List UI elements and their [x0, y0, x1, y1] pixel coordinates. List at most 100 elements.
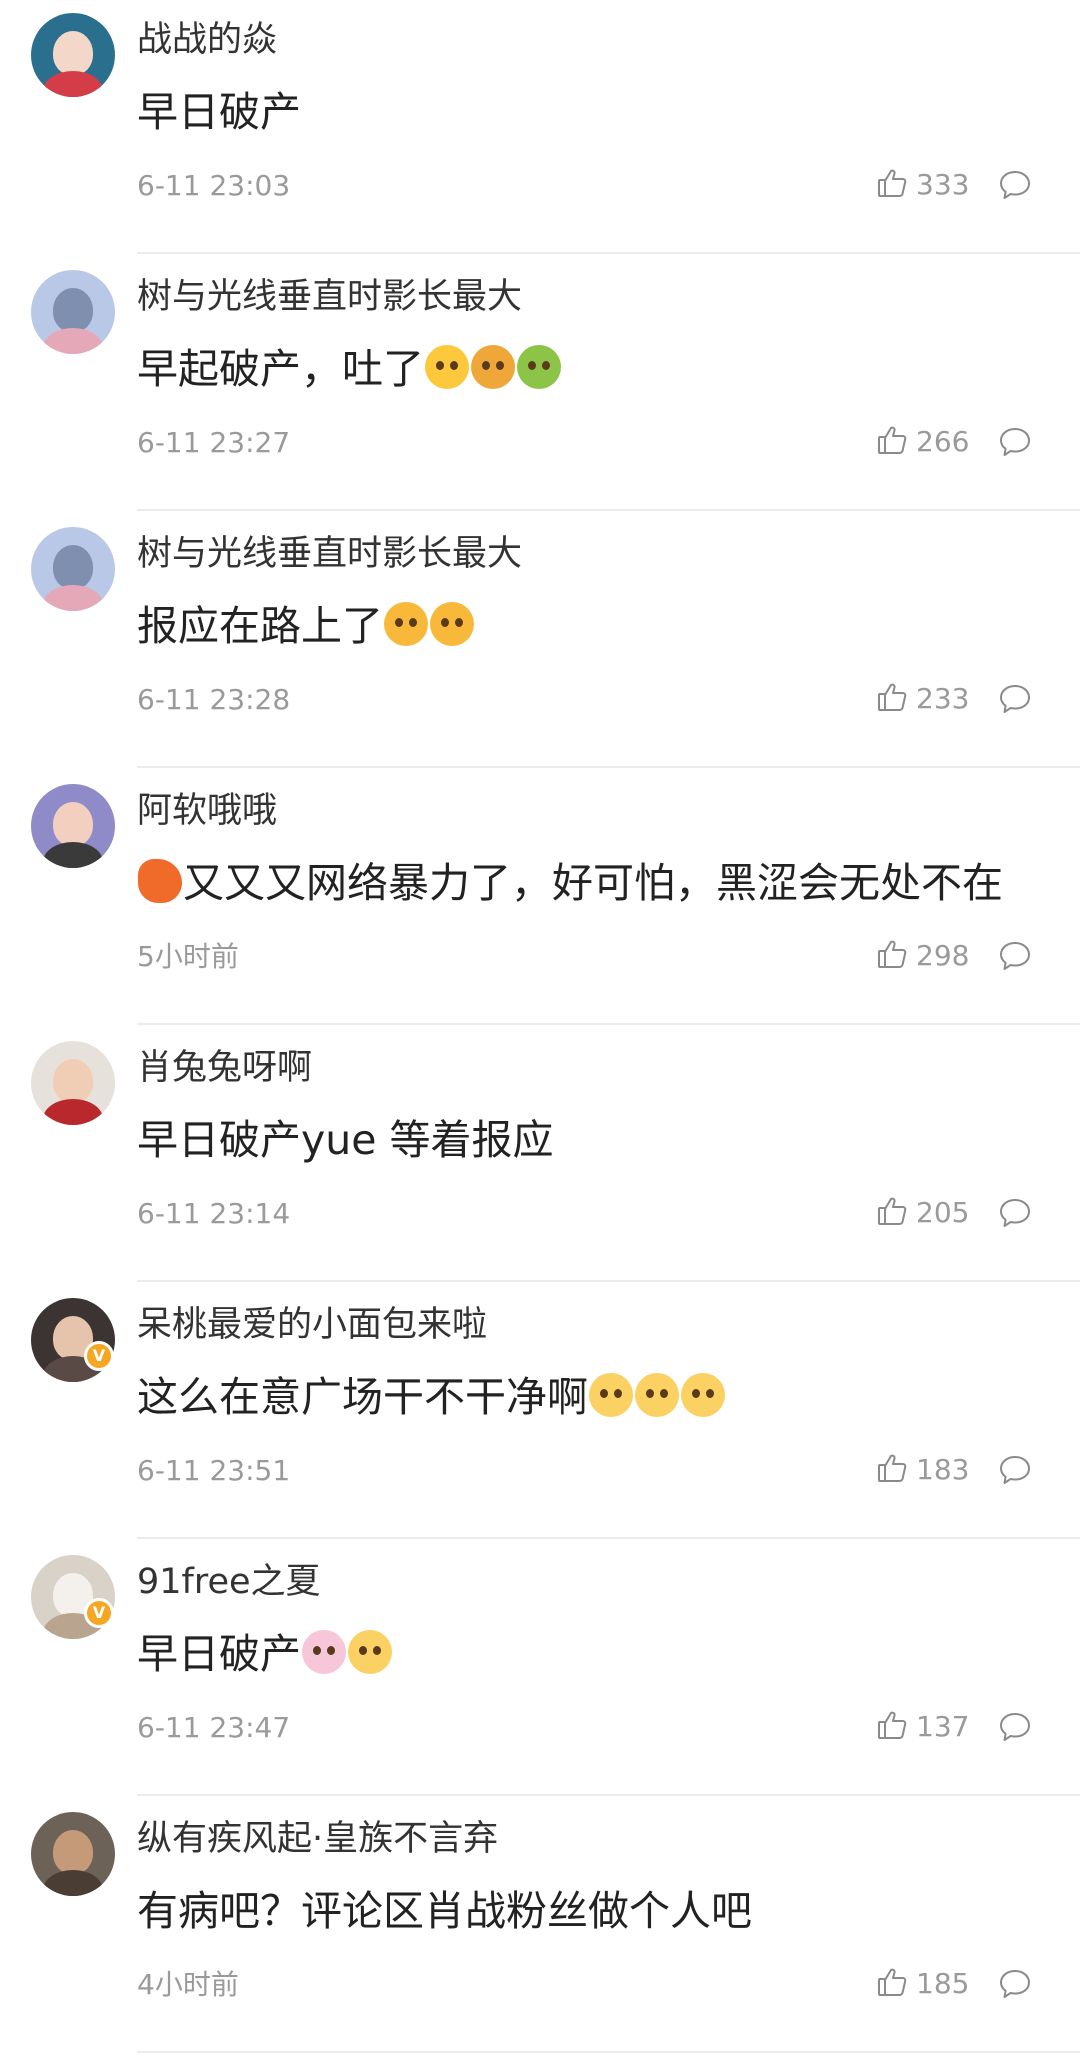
bunny-emoji [302, 1630, 346, 1674]
comment-text-content: 报应在路上了 [137, 602, 383, 650]
comment-time: 6-11 23:03 [137, 169, 291, 202]
divider [137, 252, 1080, 254]
reply-button[interactable] [997, 1452, 1033, 1488]
avatar[interactable] [31, 527, 115, 611]
comment-item: 树与光线垂直时影长最大 报应在路上了 6-11 23:28 233 [0, 514, 1080, 771]
reply-button[interactable] [997, 1966, 1033, 2002]
shrimp-emoji [138, 859, 182, 903]
like-button[interactable]: 233 [876, 681, 969, 717]
divider [137, 2051, 1080, 2053]
thumbs-up-icon [876, 424, 908, 460]
reply-button[interactable] [997, 938, 1033, 974]
emoji-eye [496, 361, 504, 370]
avatar-body [43, 1870, 103, 1896]
emoji-eye [660, 1389, 668, 1398]
comment-bubble-icon [997, 1199, 1033, 1235]
comment-time: 6-11 23:27 [137, 426, 291, 459]
avatar[interactable] [31, 1812, 115, 1896]
like-button[interactable]: 185 [876, 1966, 969, 2002]
comment-list: 战战的焱 早日破产 6-11 23:03 333 树与光线垂直时影长最大 早起破… [0, 0, 1080, 2056]
emoji-group-after [383, 602, 475, 650]
like-button[interactable]: 266 [876, 424, 969, 460]
like-button[interactable]: 137 [876, 1709, 969, 1745]
comment-bubble-icon [997, 1456, 1033, 1492]
emoji-group-after [588, 1373, 726, 1421]
comment-username[interactable]: 纵有疾风起·皇族不言弃 [137, 1816, 498, 1862]
comment-time: 4小时前 [137, 1968, 239, 2001]
comment-text: 有病吧？评论区肖战粉丝做个人吧 [137, 1883, 752, 1939]
comment-bubble-icon [997, 428, 1033, 464]
emoji-group-after [301, 1630, 393, 1678]
thumbs-up-icon [876, 938, 908, 974]
thumbs-up-icon [876, 1195, 908, 1231]
pleading-hands-emoji [348, 1630, 392, 1674]
emoji-eye [441, 618, 449, 627]
avatar-body [43, 1099, 103, 1125]
comment-username[interactable]: 呆桃最爱的小面包来啦 [137, 1302, 487, 1348]
emoji-eye [436, 361, 444, 370]
avatar-body [43, 71, 103, 97]
avatar[interactable] [31, 270, 115, 354]
divider [137, 1023, 1080, 1025]
emoji-eye [482, 361, 490, 370]
comment-username[interactable]: 战战的焱 [137, 17, 277, 63]
avatar-face [53, 288, 93, 332]
thumbs-up-icon [876, 167, 908, 203]
comment-item: 阿软哦哦 又又又网络暴力了，好可怕，黑涩会无处不在 5小时前 298 [0, 771, 1080, 1028]
avatar-face [53, 1059, 93, 1103]
comment-text: 早日破产yue 等着报应 [137, 1112, 554, 1168]
comment-text-content: 早日破产 [137, 1630, 301, 1678]
avatar[interactable] [31, 784, 115, 868]
divider [137, 509, 1080, 511]
comment-username[interactable]: 阿软哦哦 [137, 788, 277, 834]
avatar-face [53, 545, 93, 589]
like-count: 233 [916, 682, 970, 715]
comment-bubble-icon [997, 942, 1033, 978]
like-button[interactable]: 333 [876, 167, 969, 203]
comment-username[interactable]: 91free之夏 [137, 1559, 321, 1605]
avatar-face [53, 31, 93, 75]
avatar-body [43, 842, 103, 868]
verified-badge-icon: V [84, 1598, 114, 1628]
divider [137, 766, 1080, 768]
avatar[interactable] [31, 1041, 115, 1125]
emoji-group-before [137, 859, 183, 907]
emoji-eye [614, 1389, 622, 1398]
nauseated-face-emoji [517, 345, 561, 389]
like-button[interactable]: 183 [876, 1452, 969, 1488]
comment-text: 报应在路上了 [137, 598, 475, 654]
divider [137, 1537, 1080, 1539]
crying-face-emoji [384, 602, 428, 646]
emoji-eye [313, 1646, 321, 1655]
reply-button[interactable] [997, 681, 1033, 717]
emoji-eye [395, 618, 403, 627]
comment-item: 树与光线垂直时影长最大 早起破产，吐了 6-11 23:27 266 [0, 257, 1080, 514]
comment-bubble-icon [997, 1713, 1033, 1749]
emoji-eye [450, 361, 458, 370]
comment-text: 这么在意广场干不干净啊 [137, 1369, 726, 1425]
like-count: 183 [916, 1453, 970, 1486]
comment-username[interactable]: 树与光线垂直时影长最大 [137, 531, 522, 577]
comment-username[interactable]: 树与光线垂直时影长最大 [137, 274, 522, 320]
like-button[interactable]: 298 [876, 938, 969, 974]
like-count: 333 [916, 168, 970, 201]
reply-button[interactable] [997, 1709, 1033, 1745]
like-count: 266 [916, 425, 970, 458]
thumbs-up-icon [876, 1966, 908, 2002]
comment-item: 战战的焱 早日破产 6-11 23:03 333 [0, 0, 1080, 257]
pleading-hands-emoji [589, 1373, 633, 1417]
avatar-face [53, 1830, 93, 1874]
like-count: 137 [916, 1710, 970, 1743]
avatar[interactable] [31, 13, 115, 97]
like-button[interactable]: 205 [876, 1195, 969, 1231]
pleading-face-emoji [425, 345, 469, 389]
like-count: 185 [916, 1967, 970, 2000]
reply-button[interactable] [997, 167, 1033, 203]
like-count: 205 [916, 1196, 970, 1229]
reply-button[interactable] [997, 424, 1033, 460]
reply-button[interactable] [997, 1195, 1033, 1231]
comment-username[interactable]: 肖兔兔呀啊 [137, 1045, 312, 1091]
thumbs-up-icon [876, 681, 908, 717]
divider [137, 1280, 1080, 1282]
pleading-hands-emoji [635, 1373, 679, 1417]
